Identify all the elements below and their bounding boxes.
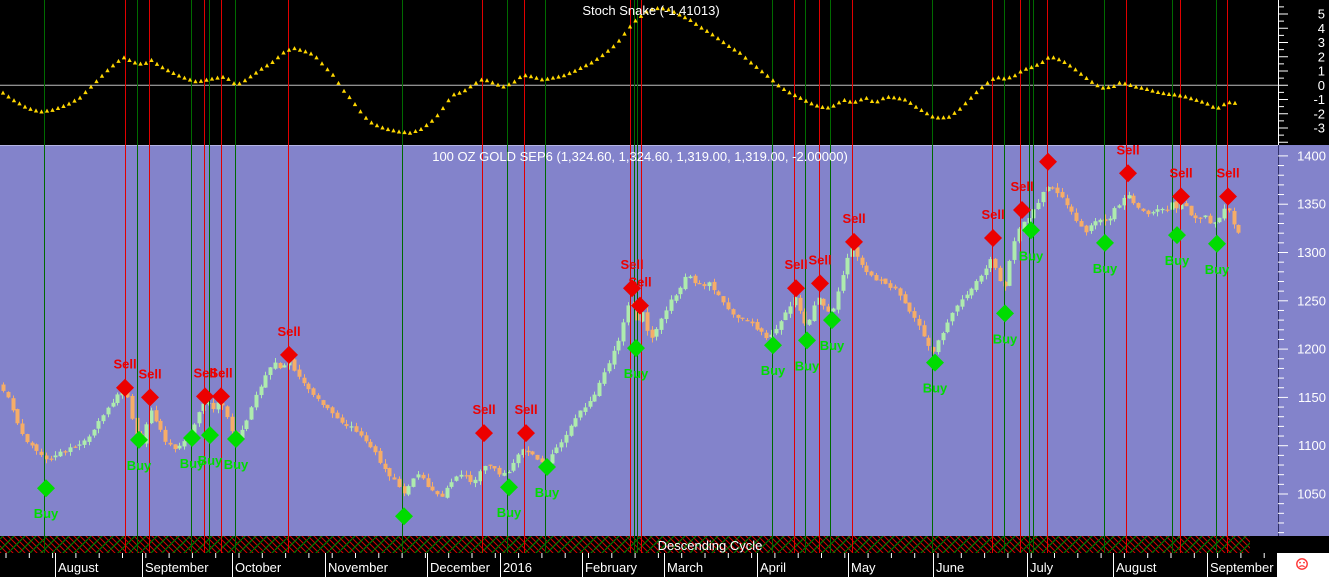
- month-label: November: [328, 560, 389, 575]
- sell-signal-label: Sell: [981, 207, 1004, 222]
- sell-signal-label: Sell: [1169, 165, 1192, 180]
- sell-signal-label: Sell: [842, 211, 865, 226]
- stoch-axis-tick-label: -1: [1313, 92, 1325, 107]
- sell-signal-label: Sell: [514, 402, 537, 417]
- stoch-axis-tick-label: 0: [1318, 78, 1325, 93]
- buy-signal-label: Buy: [993, 331, 1018, 346]
- buy-signal-label: Buy: [923, 381, 948, 396]
- sell-signal-label: Sell: [209, 365, 232, 380]
- month-label: March: [667, 560, 703, 575]
- sell-signal-label: Sell: [138, 366, 161, 381]
- sell-signal-label: Sell: [113, 357, 136, 372]
- trading-chart-window: Sell Sell Sell Sell Sell Sell Sell Sell Sell Sell…: [0, 0, 1329, 577]
- buy-signal-label: Buy: [1165, 253, 1190, 268]
- price-axis-tick-label: 1250: [1297, 293, 1326, 308]
- sell-signal-label: Sell: [784, 257, 807, 272]
- sell-signal-label: Sell: [1216, 165, 1239, 180]
- main-panel-bg: [0, 145, 1329, 536]
- sell-signal-label: Sell: [472, 402, 495, 417]
- buy-signal-label: Buy: [127, 458, 152, 473]
- buy-signal-label: Buy: [761, 363, 786, 378]
- month-label: April: [760, 560, 786, 575]
- month-label: June: [936, 560, 964, 575]
- month-label: August: [1116, 560, 1157, 575]
- buy-signal-label: Buy: [820, 338, 845, 353]
- buy-signal-label: Buy: [34, 506, 59, 521]
- buy-signal-label: Buy: [198, 453, 223, 468]
- buy-signal-label: Buy: [224, 457, 249, 472]
- stoch-axis-tick-label: -3: [1313, 121, 1325, 136]
- sell-signal-label: Sell: [808, 252, 831, 267]
- price-axis-tick-label: 1300: [1297, 245, 1326, 260]
- stoch-axis-tick-label: -2: [1313, 106, 1325, 121]
- sell-signal-label: Sell: [628, 275, 651, 290]
- buy-signal-label: Buy: [1205, 262, 1230, 277]
- month-label: July: [1030, 560, 1054, 575]
- month-label: February: [585, 560, 638, 575]
- stoch-axis-tick-label: 5: [1318, 7, 1325, 22]
- buy-signal-label: Buy: [624, 366, 649, 381]
- buy-signal-label: Buy: [497, 505, 522, 520]
- buy-signal-label: Buy: [1093, 261, 1118, 276]
- buy-signal-label: Buy: [1019, 248, 1044, 263]
- price-axis-tick-label: 1150: [1298, 390, 1326, 405]
- stoch-axis-tick-label: 1: [1318, 64, 1325, 79]
- cycle-band-hatch-green: [0, 536, 1250, 553]
- price-axis-tick-label: 1050: [1297, 487, 1326, 502]
- chart-canvas[interactable]: SellSell SellSellSellSell SellSellSellSell…: [0, 0, 1329, 577]
- sell-signal-label: Sell: [1010, 179, 1033, 194]
- sell-signal-label: Sell: [277, 324, 300, 339]
- month-label: September: [145, 560, 209, 575]
- buy-signal-label: Buy: [795, 358, 820, 373]
- sell-signal-label: Sell: [1116, 142, 1139, 157]
- stoch-axis-tick-label: 2: [1318, 49, 1325, 64]
- buy-signal-label: Buy: [535, 485, 560, 500]
- month-label: December: [430, 560, 491, 575]
- month-label: 2016: [503, 560, 532, 575]
- month-label: May: [851, 560, 876, 575]
- month-label: September: [1210, 560, 1274, 575]
- price-axis-tick-label: 1350: [1297, 197, 1326, 212]
- month-label: October: [235, 560, 282, 575]
- month-label: August: [58, 560, 99, 575]
- price-axis-tick-label: 1200: [1297, 342, 1326, 357]
- stoch-panel-bg: [0, 0, 1329, 145]
- price-axis-tick-label: 1400: [1297, 148, 1326, 163]
- stoch-axis-tick-label: 4: [1318, 21, 1325, 36]
- price-axis-tick-label: 1100: [1298, 438, 1326, 453]
- stoch-axis-tick-label: 3: [1318, 35, 1325, 50]
- sell-signal-label: Sell: [620, 257, 643, 272]
